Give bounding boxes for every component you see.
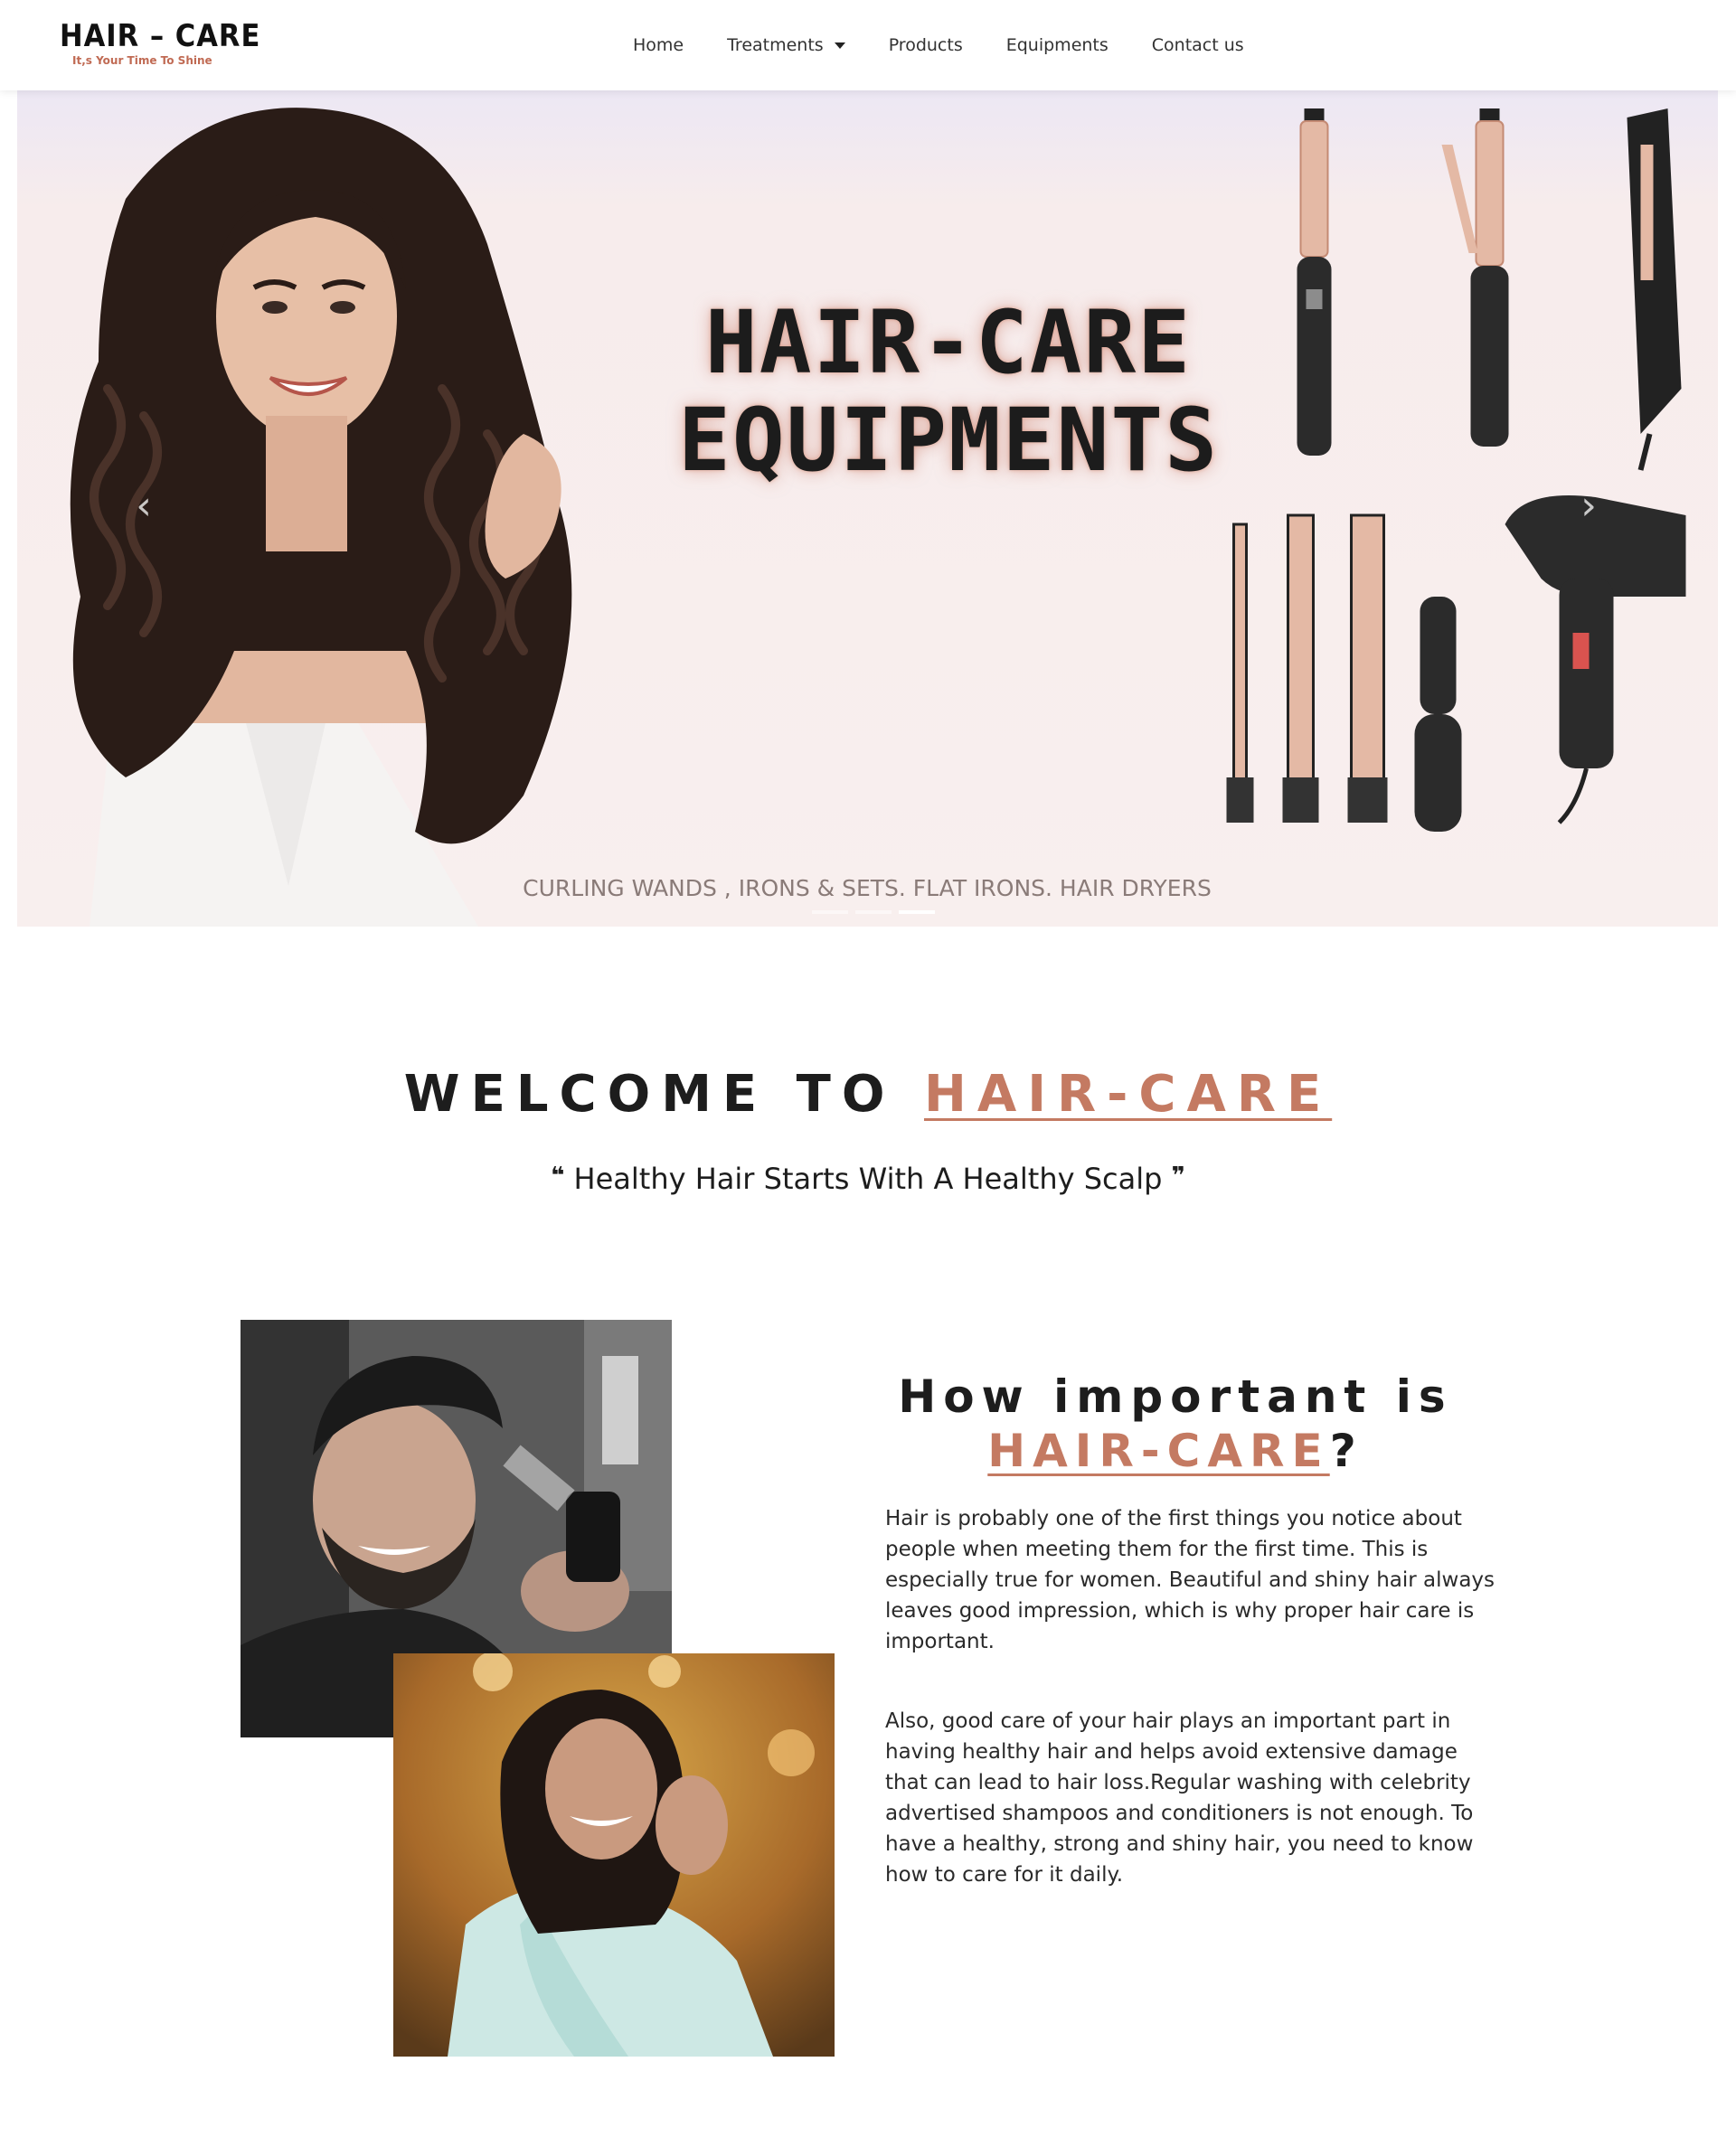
welcome-prefix: WELCOME TO	[403, 1065, 924, 1124]
carousel-indicator-1[interactable]	[812, 910, 848, 914]
hero-carousel: HAIR-CARE EQUIPMENTS CURLING WANDS , IRO…	[17, 90, 1718, 927]
logo-text: HAIR – CARE	[60, 18, 261, 54]
nav-contact[interactable]: Contact us	[1152, 35, 1244, 55]
about-title-prefix: How important is	[898, 1370, 1453, 1423]
logo-tagline: It,s Your Time To Shine	[72, 54, 212, 67]
nav-products[interactable]: Products	[889, 35, 963, 55]
nav-links: Home Treatments Products Equipments Cont…	[633, 0, 1288, 90]
carousel-indicators	[808, 910, 939, 914]
quote-text: Healthy Hair Starts With A Healthy Scalp	[564, 1162, 1172, 1196]
quote-open-icon: ❝	[551, 1163, 565, 1190]
welcome-brand: HAIR-CARE	[923, 1065, 1333, 1124]
about-paragraph-1: Hair is probably one of the first things…	[885, 1507, 1495, 1653]
logo[interactable]: HAIR – CARE It,s Your Time To Shine	[60, 18, 261, 69]
nav-treatments[interactable]: Treatments	[727, 35, 845, 55]
carousel-indicator-2[interactable]	[855, 910, 892, 914]
nav-equipments[interactable]: Equipments	[1006, 35, 1109, 55]
about-title-brand: HAIR-CARE	[987, 1425, 1330, 1477]
chevron-left-icon: ‹	[136, 483, 152, 529]
chevron-right-icon: ›	[1580, 483, 1597, 529]
navbar: HAIR – CARE It,s Your Time To Shine Home…	[0, 0, 1736, 90]
carousel-prev-button[interactable]: ‹	[126, 486, 162, 526]
nav-treatments-label: Treatments	[727, 35, 824, 55]
about-title-suffix: ?	[1329, 1425, 1363, 1477]
hero-subtitle: CURLING WANDS , IRONS & SETS. FLAT IRONS…	[523, 875, 1212, 901]
hero-title-line2: EQUIPMENTS	[678, 390, 1219, 491]
carousel-indicator-3[interactable]	[899, 910, 935, 914]
quote-close-icon: ❞	[1171, 1163, 1185, 1190]
hero-woman-image	[70, 108, 572, 927]
welcome-heading: WELCOME TO HAIR-CARE	[0, 1065, 1736, 1124]
carousel-next-button[interactable]: ›	[1571, 486, 1607, 526]
woman-hair-care-image	[393, 1653, 835, 2057]
welcome-quote: ❝ Healthy Hair Starts With A Healthy Sca…	[0, 1162, 1736, 1196]
chevron-down-icon	[834, 42, 845, 49]
about-paragraph-2: Also, good care of your hair plays an im…	[885, 1709, 1474, 1887]
hair-tools-image	[1226, 108, 1686, 832]
about-heading: How important is HAIR-CARE?	[886, 1370, 1465, 1478]
hero-title: HAIR-CARE EQUIPMENTS	[614, 294, 1283, 489]
hero-title-line1: HAIR-CARE	[704, 292, 1193, 393]
nav-home[interactable]: Home	[633, 35, 684, 55]
